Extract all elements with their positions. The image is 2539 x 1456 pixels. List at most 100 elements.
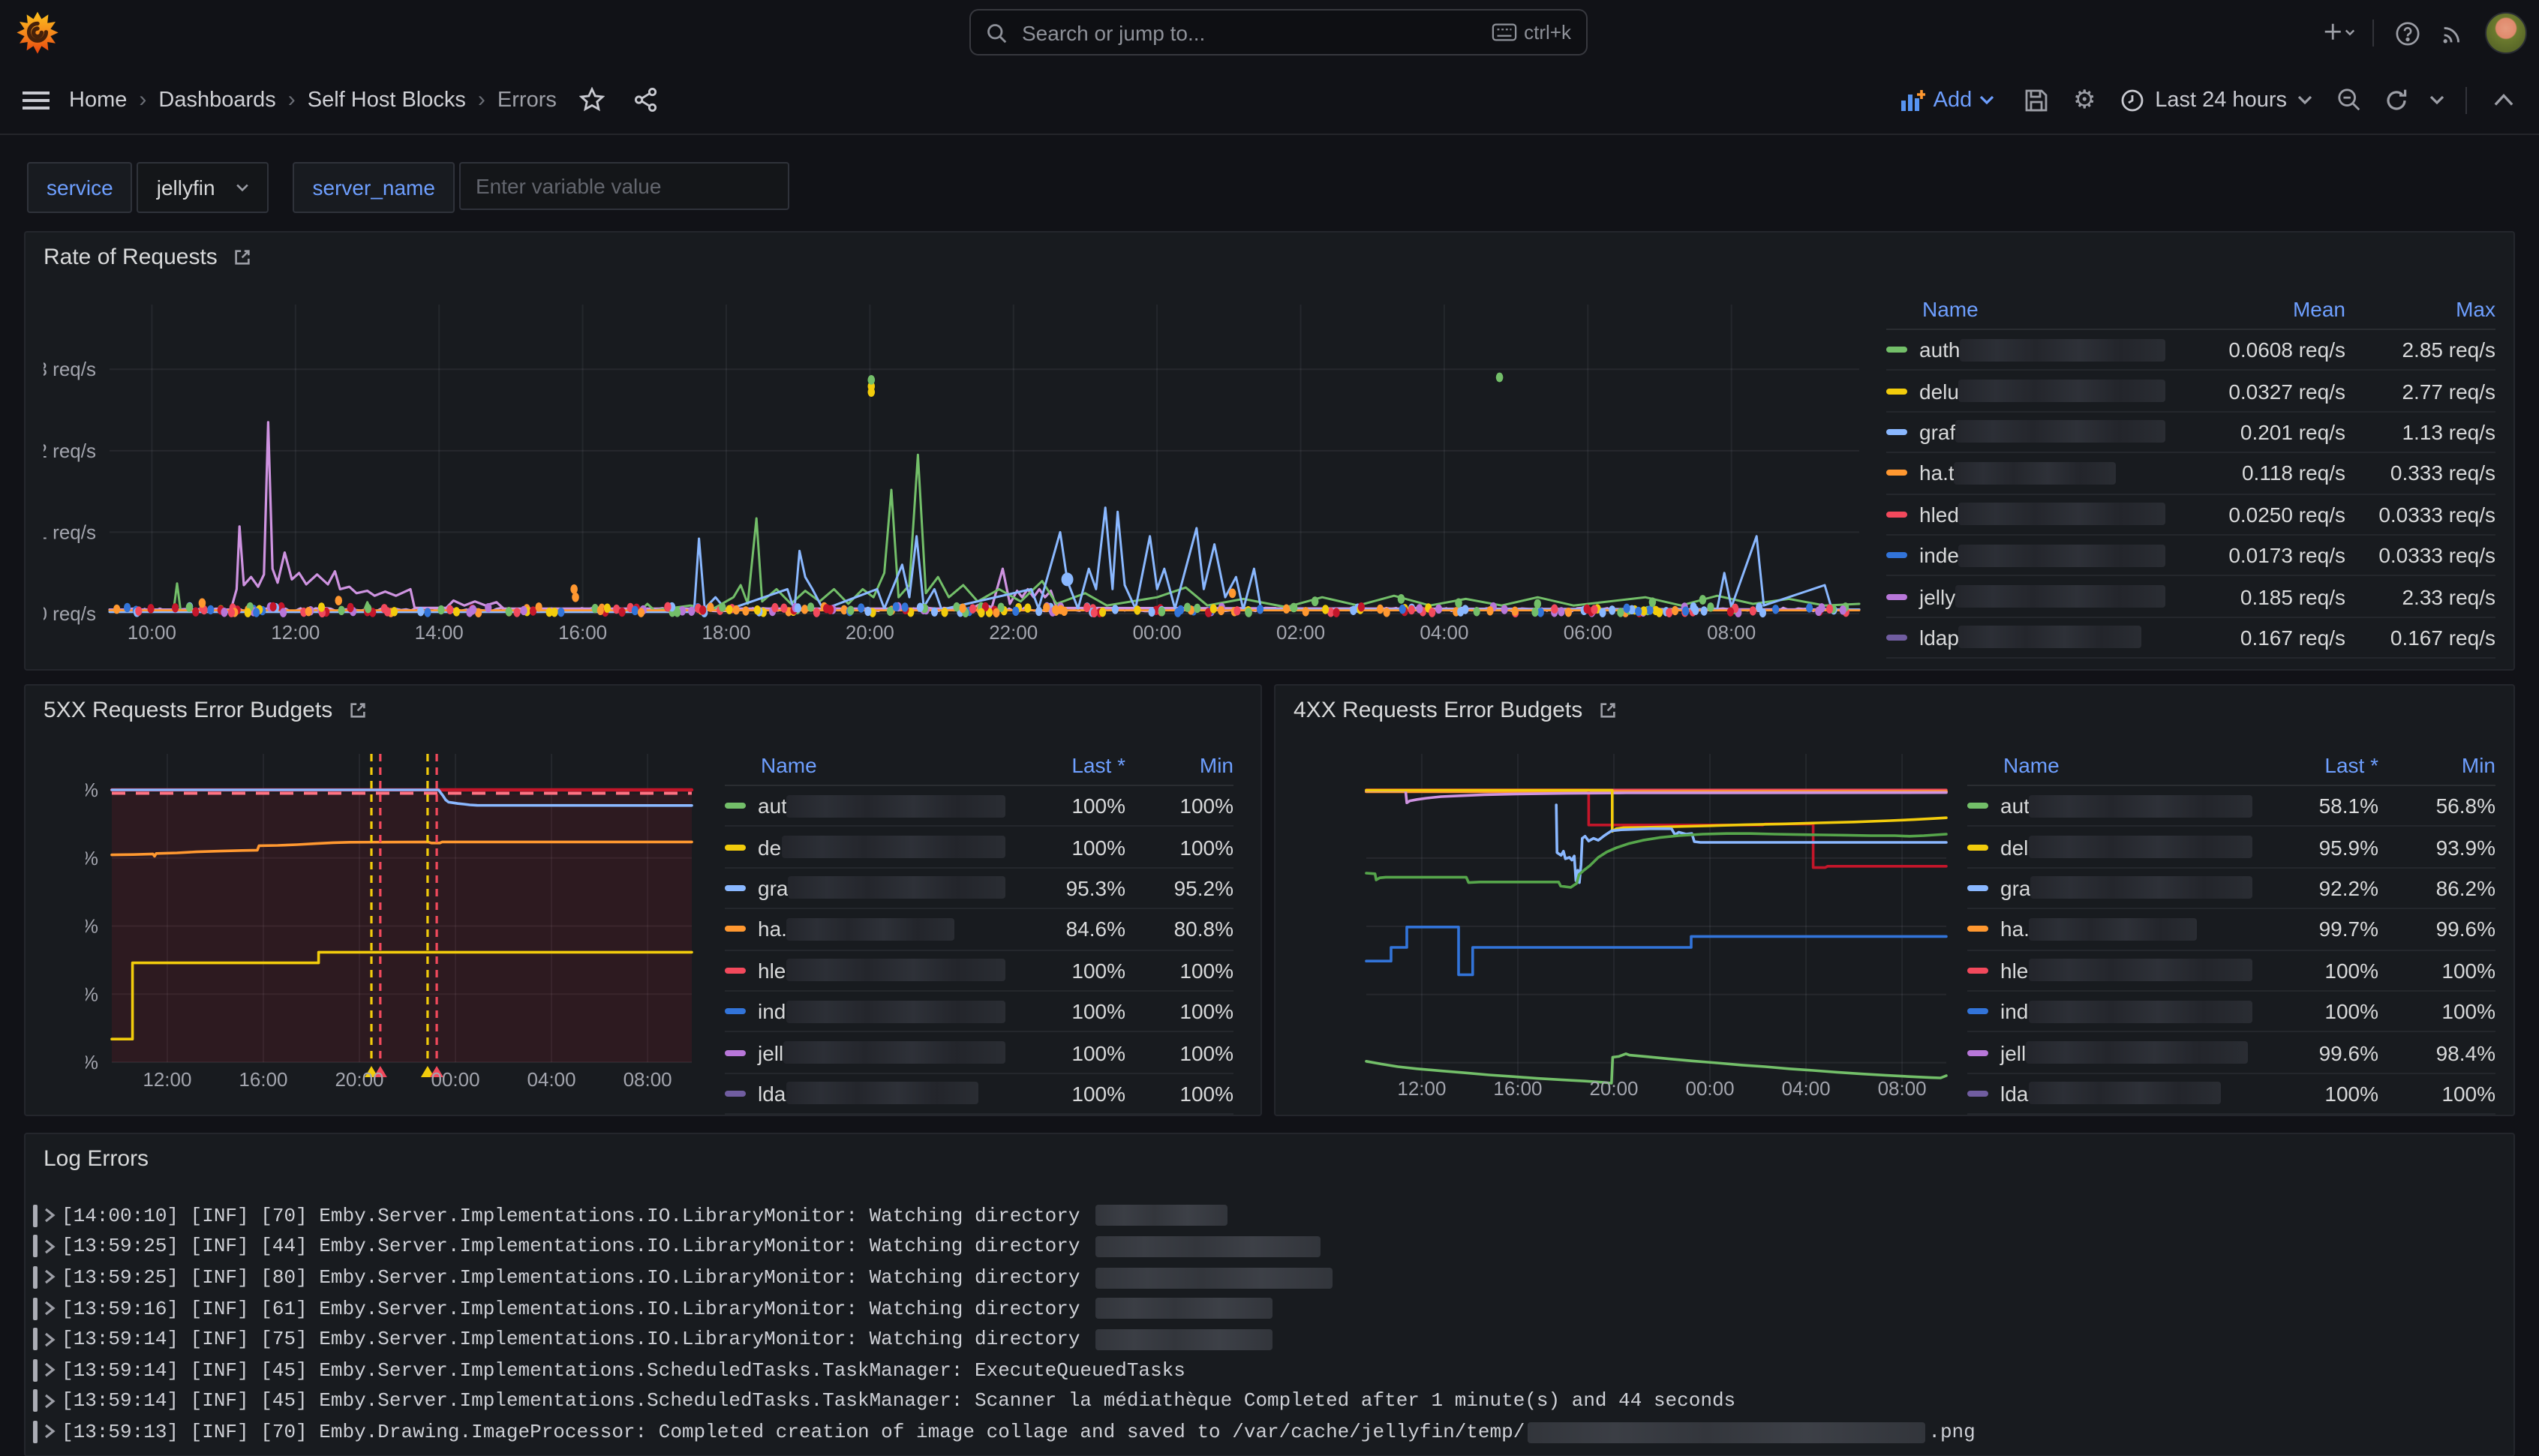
new-item-button[interactable] (2318, 12, 2360, 54)
share-icon[interactable] (626, 79, 668, 121)
breadcrumb-dashboards[interactable]: Dashboards (158, 88, 275, 112)
panel-title[interactable]: Log Errors (44, 1146, 149, 1172)
series-name[interactable]: hle (1967, 959, 2252, 983)
legend-row[interactable]: jell100%100% (725, 1033, 1233, 1074)
refresh-interval-dropdown[interactable] (2423, 79, 2450, 121)
legend-row[interactable]: hled0.0250 req/s0.0333 req/s (1886, 494, 2495, 536)
expand-chevron-icon[interactable] (44, 1424, 56, 1439)
series-name[interactable]: hled (1886, 503, 2165, 527)
expand-chevron-icon[interactable] (44, 1394, 56, 1409)
legend-row[interactable]: del95.9%93.9% (1967, 827, 2495, 869)
expand-chevron-icon[interactable] (44, 1301, 56, 1316)
series-name[interactable]: ldap (1886, 626, 2165, 650)
timeseries-chart[interactable]: 100%80%60%40%20%12:0016:0020:0000:0004:0… (86, 746, 722, 1112)
help-icon[interactable] (2386, 12, 2428, 54)
legend-row[interactable]: delu0.0327 req/s2.77 req/s (1886, 371, 2495, 413)
kiosk-collapse-icon[interactable] (2482, 79, 2524, 121)
legend-row[interactable]: graf0.201 req/s1.13 req/s (1886, 413, 2495, 454)
series-name[interactable]: lda (1967, 1082, 2252, 1106)
legend-row[interactable]: ha.t0.118 req/s0.333 req/s (1886, 453, 2495, 494)
legend-row[interactable]: aut58.1%56.8% (1967, 786, 2495, 827)
legend-row[interactable]: lda100%100% (725, 1073, 1233, 1115)
series-name[interactable]: auth (1886, 338, 2165, 362)
legend-row[interactable]: ha.99.7%99.6% (1967, 909, 2495, 950)
legend-row[interactable]: ind100%100% (1967, 992, 2495, 1033)
legend-row[interactable]: ind100%100% (725, 992, 1233, 1033)
log-row[interactable]: [13:59:16] [INF] [61] Emby.Server.Implem… (33, 1293, 2501, 1324)
log-row[interactable]: [13:59:13] [INF] [70] Emby.Drawing.Image… (33, 1416, 2501, 1447)
legend-row[interactable]: ldap0.167 req/s0.167 req/s (1886, 617, 2495, 659)
log-row[interactable]: [13:59:14] [INF] [45] Emby.Server.Implem… (33, 1355, 2501, 1385)
series-name[interactable]: aut (1967, 794, 2252, 818)
legend-row[interactable]: ha.84.6%80.8% (725, 909, 1233, 950)
grafana-logo-icon[interactable] (15, 11, 60, 56)
series-name[interactable]: gra (1967, 876, 2252, 900)
breadcrumb-home[interactable]: Home (69, 88, 127, 112)
expand-chevron-icon[interactable] (44, 1239, 56, 1254)
series-name[interactable]: jell (1967, 1040, 2252, 1064)
legend-row[interactable]: jell99.6%98.4% (1967, 1033, 2495, 1074)
series-name[interactable]: jell (725, 1040, 1005, 1064)
series-name[interactable]: de (725, 835, 1005, 859)
legend-col-1[interactable]: Mean (2165, 297, 2345, 321)
external-link-icon[interactable] (233, 248, 252, 267)
time-range-picker[interactable]: Last 24 hours (2111, 88, 2321, 112)
legend-row[interactable]: hle100%100% (725, 950, 1233, 992)
log-row[interactable]: [13:59:25] [INF] [80] Emby.Server.Implem… (33, 1262, 2501, 1292)
variable-service-select[interactable]: jellyfin (137, 162, 269, 213)
zoom-out-time-icon[interactable] (2327, 79, 2369, 121)
series-name[interactable]: aut (725, 794, 1005, 818)
series-name[interactable]: inde (1886, 543, 2165, 567)
legend-col-1[interactable]: Last * (2252, 753, 2378, 777)
timeseries-chart[interactable]: 100%90%80%70%60%12:0016:0020:0000:0004:0… (1354, 746, 1972, 1112)
legend-col-2[interactable]: Min (2378, 753, 2495, 777)
expand-chevron-icon[interactable] (44, 1331, 56, 1346)
log-row[interactable]: [13:59:14] [INF] [75] Emby.Server.Implem… (33, 1324, 2501, 1355)
favorite-star-icon[interactable] (572, 79, 614, 121)
legend-row[interactable]: jelly0.185 req/s2.33 req/s (1886, 577, 2495, 618)
panel-title[interactable]: Rate of Requests (44, 245, 252, 270)
series-name[interactable]: del (1967, 835, 2252, 859)
panel-title[interactable]: 5XX Requests Error Budgets (44, 698, 367, 723)
log-row[interactable]: [13:59:25] [INF] [44] Emby.Server.Implem… (33, 1231, 2501, 1262)
legend-row[interactable]: lda100%100% (1967, 1073, 2495, 1115)
save-dashboard-button[interactable] (2015, 79, 2057, 121)
series-name[interactable]: ind (1967, 999, 2252, 1023)
refresh-icon[interactable] (2375, 79, 2417, 121)
series-name[interactable]: graf (1886, 420, 2165, 444)
legend-row[interactable]: hle100%100% (1967, 950, 2495, 992)
legend-row[interactable]: auth0.0608 req/s2.85 req/s (1886, 330, 2495, 371)
series-name[interactable]: ha. (1967, 917, 2252, 941)
legend-col-2[interactable]: Min (1125, 753, 1233, 777)
legend-row[interactable]: inde0.0173 req/s0.0333 req/s (1886, 536, 2495, 577)
menu-toggle-icon[interactable] (15, 79, 57, 121)
series-name[interactable]: lda (725, 1082, 1005, 1106)
series-name[interactable]: gra (725, 876, 1005, 900)
user-avatar[interactable] (2485, 12, 2527, 54)
legend-col-name[interactable]: Name (725, 753, 1005, 777)
panel-title[interactable]: 4XX Requests Error Budgets (1294, 698, 1617, 723)
series-name[interactable]: delu (1886, 379, 2165, 403)
log-row[interactable]: [13:59:14] [INF] [45] Emby.Server.Implem… (33, 1385, 2501, 1416)
legend-col-name[interactable]: Name (1967, 753, 2252, 777)
variable-server-name-input[interactable] (459, 162, 789, 210)
legend-col-1[interactable]: Last * (1005, 753, 1125, 777)
breadcrumb-folder[interactable]: Self Host Blocks (308, 88, 466, 112)
series-name[interactable]: jelly (1886, 584, 2165, 608)
timeseries-chart[interactable]: 0 req/s1 req/s2 req/s3 req/s10:0012:0014… (44, 293, 1892, 660)
external-link-icon[interactable] (347, 701, 367, 720)
series-name[interactable]: ha.t (1886, 461, 2165, 485)
news-icon[interactable] (2431, 12, 2473, 54)
expand-chevron-icon[interactable] (44, 1270, 56, 1285)
legend-row[interactable]: aut100%100% (725, 786, 1233, 827)
legend-row[interactable]: gra92.2%86.2% (1967, 869, 2495, 910)
legend-col-name[interactable]: Name (1886, 297, 2165, 321)
legend-row[interactable]: gra95.3%95.2% (725, 869, 1233, 910)
external-link-icon[interactable] (1597, 701, 1617, 720)
log-row[interactable]: [14:00:10] [INF] [70] Emby.Server.Implem… (33, 1200, 2501, 1231)
legend-col-2[interactable]: Max (2345, 297, 2495, 321)
series-name[interactable]: ha. (725, 917, 1005, 941)
expand-chevron-icon[interactable] (44, 1208, 56, 1223)
expand-chevron-icon[interactable] (44, 1363, 56, 1378)
dashboard-settings-icon[interactable]: ⚙ (2063, 79, 2105, 121)
